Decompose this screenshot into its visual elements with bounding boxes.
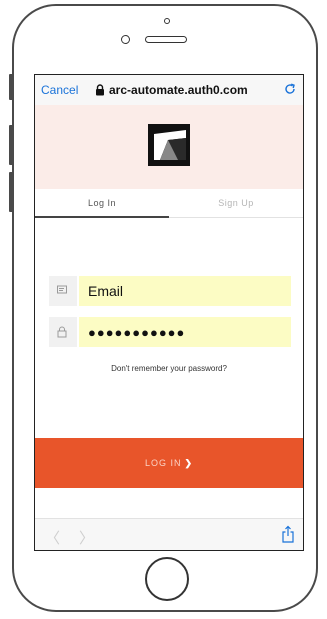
device-mockup: Cancel arc-automate.auth0.com Log In Sig… bbox=[0, 0, 327, 619]
padlock-icon bbox=[57, 326, 67, 338]
browser-url-bar: Cancel arc-automate.auth0.com bbox=[35, 75, 303, 106]
share-icon[interactable] bbox=[281, 525, 295, 543]
phone-screen: Cancel arc-automate.auth0.com Log In Sig… bbox=[34, 74, 304, 551]
front-camera bbox=[121, 35, 130, 44]
reload-icon[interactable] bbox=[283, 82, 297, 96]
auth-header bbox=[35, 105, 303, 189]
password-icon-box bbox=[49, 317, 77, 347]
earpiece-speaker bbox=[145, 36, 187, 43]
envelope-icon bbox=[57, 285, 67, 294]
tab-log-in[interactable]: Log In bbox=[35, 189, 169, 217]
chevron-right-icon: ❯ bbox=[184, 457, 194, 468]
log-in-button-label: LOG IN bbox=[144, 457, 182, 468]
forgot-password-link[interactable]: Don't remember your password? bbox=[35, 364, 303, 373]
auth-tabs: Log In Sign Up bbox=[35, 189, 303, 218]
home-button[interactable] bbox=[145, 557, 189, 601]
active-tab-indicator bbox=[35, 216, 169, 218]
email-input[interactable] bbox=[79, 276, 291, 306]
email-field-group bbox=[49, 276, 291, 306]
browser-toolbar: 〈 〉 bbox=[35, 518, 303, 550]
cancel-button[interactable]: Cancel bbox=[41, 83, 78, 97]
proximity-sensor bbox=[164, 18, 170, 24]
brand-logo bbox=[148, 124, 190, 166]
forward-arrow-icon[interactable]: 〉 bbox=[79, 527, 94, 548]
lock-icon bbox=[96, 84, 104, 96]
password-input[interactable] bbox=[79, 317, 291, 347]
email-icon-box bbox=[49, 276, 77, 306]
log-in-button[interactable]: LOG IN ❯ bbox=[35, 438, 303, 488]
url-host[interactable]: arc-automate.auth0.com bbox=[109, 83, 248, 97]
tab-sign-up[interactable]: Sign Up bbox=[169, 189, 303, 217]
password-field-group bbox=[49, 317, 291, 347]
back-arrow-icon[interactable]: 〈 bbox=[45, 527, 60, 548]
